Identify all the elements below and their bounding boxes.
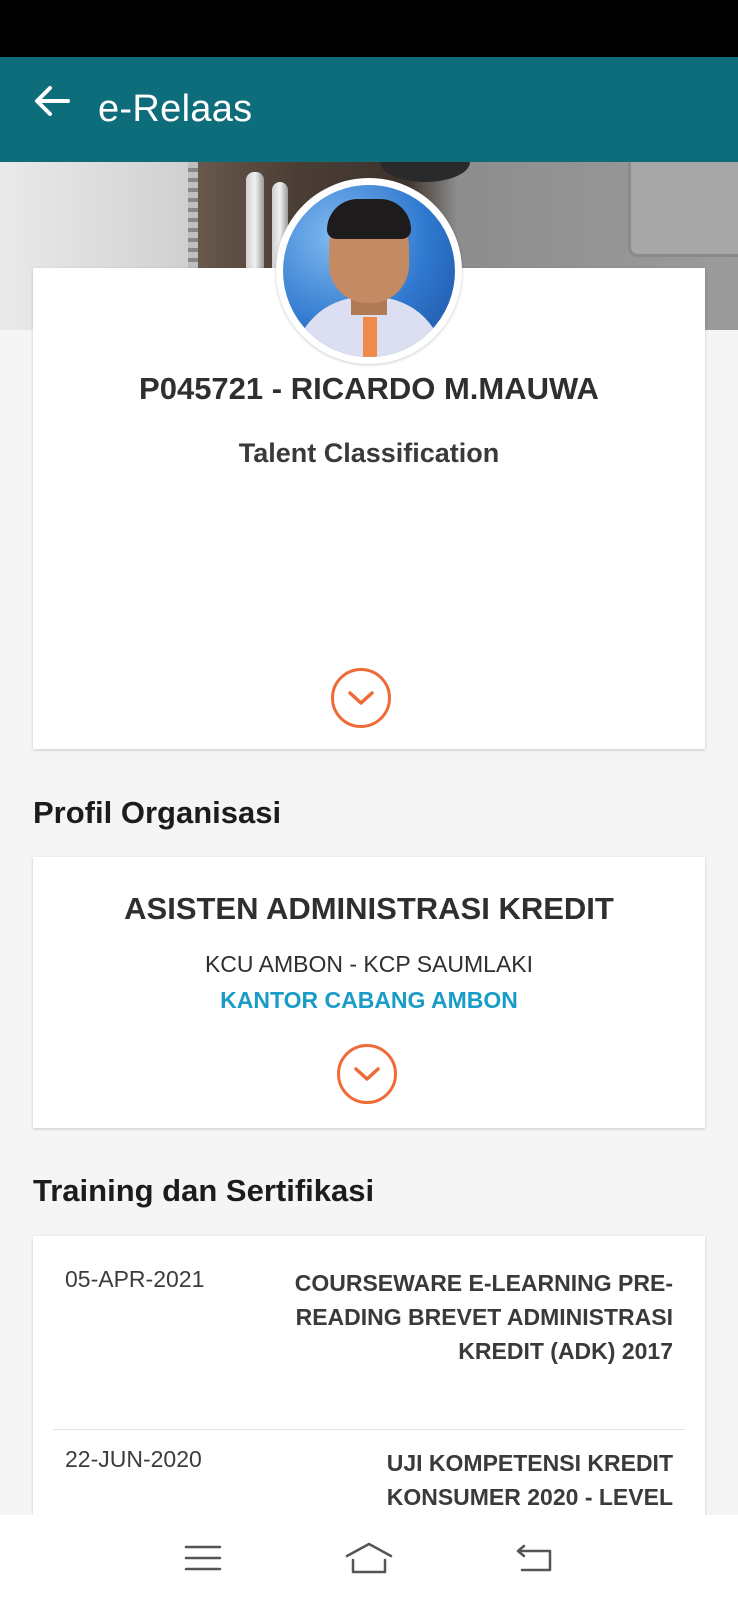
nav-home-button[interactable] — [324, 1528, 414, 1588]
home-icon — [345, 1542, 393, 1573]
training-date: 22-JUN-2020 — [65, 1446, 202, 1472]
training-row[interactable]: 05-APR-2021 COURSEWARE E-LEARNING PRE-RE… — [53, 1266, 685, 1430]
avatar — [276, 178, 462, 364]
profile-photo — [283, 185, 455, 357]
organisasi-card: ASISTEN ADMINISTRASI KREDIT KCU AMBON - … — [33, 857, 705, 1128]
nav-menu-button[interactable] — [158, 1528, 248, 1588]
section-title-profil-organisasi: Profil Organisasi — [33, 795, 282, 830]
chevron-down-icon — [348, 691, 374, 705]
organisasi-expand-button[interactable] — [337, 1044, 397, 1104]
training-card: 05-APR-2021 COURSEWARE E-LEARNING PRE-RE… — [33, 1236, 705, 1536]
training-date: 05-APR-2021 — [65, 1266, 205, 1292]
training-name: COURSEWARE E-LEARNING PRE-READING BREVET… — [294, 1270, 673, 1364]
unit-label: KCU AMBON - KCP SAUMLAKI — [204, 951, 534, 977]
back-icon — [516, 1544, 552, 1571]
app-title: e-Relaas — [98, 88, 253, 130]
office-link[interactable]: KANTOR CABANG AMBON — [33, 987, 705, 1014]
position-title: ASISTEN ADMINISTRASI KREDIT — [124, 891, 614, 926]
system-nav-bar — [0, 1515, 738, 1600]
back-button[interactable] — [22, 71, 82, 131]
profile-expand-button[interactable] — [331, 668, 391, 728]
arrow-left-icon — [35, 85, 70, 116]
profile-id-name: P045721 - RICARDO M.MAUWA — [139, 371, 599, 406]
section-title-training: Training dan Sertifikasi — [33, 1173, 375, 1208]
chevron-down-icon — [354, 1067, 380, 1081]
talent-classification-label: Talent Classification — [238, 438, 500, 468]
menu-icon — [184, 1545, 222, 1570]
nav-back-button[interactable] — [490, 1528, 580, 1588]
app-bar: e-Relaas — [0, 57, 738, 162]
status-bar — [0, 0, 738, 57]
